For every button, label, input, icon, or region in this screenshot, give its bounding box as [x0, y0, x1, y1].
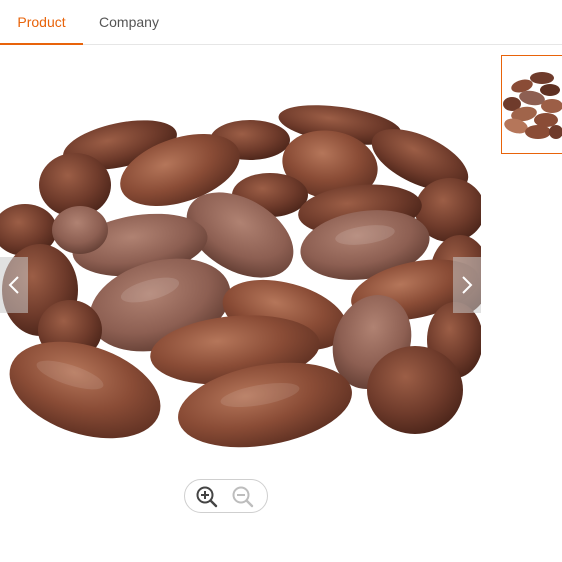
- cocoa-beans-photo: [0, 105, 481, 448]
- next-image-button[interactable]: [453, 257, 481, 313]
- zoom-in-icon: [196, 486, 218, 508]
- zoom-out-button[interactable]: [231, 485, 255, 509]
- chevron-right-icon: [462, 276, 473, 294]
- cocoa-beans-thumbnail: [502, 56, 562, 153]
- zoom-controls: [184, 479, 268, 513]
- zoom-out-icon: [232, 486, 254, 508]
- chevron-left-icon: [8, 276, 19, 294]
- tab-company[interactable]: Company: [83, 0, 175, 44]
- tab-bar: Product Company: [0, 0, 562, 45]
- thumbnail-image[interactable]: [501, 55, 562, 154]
- previous-image-button[interactable]: [0, 257, 28, 313]
- tab-product[interactable]: Product: [0, 0, 83, 45]
- main-product-image[interactable]: [0, 45, 481, 465]
- zoom-in-button[interactable]: [195, 485, 219, 509]
